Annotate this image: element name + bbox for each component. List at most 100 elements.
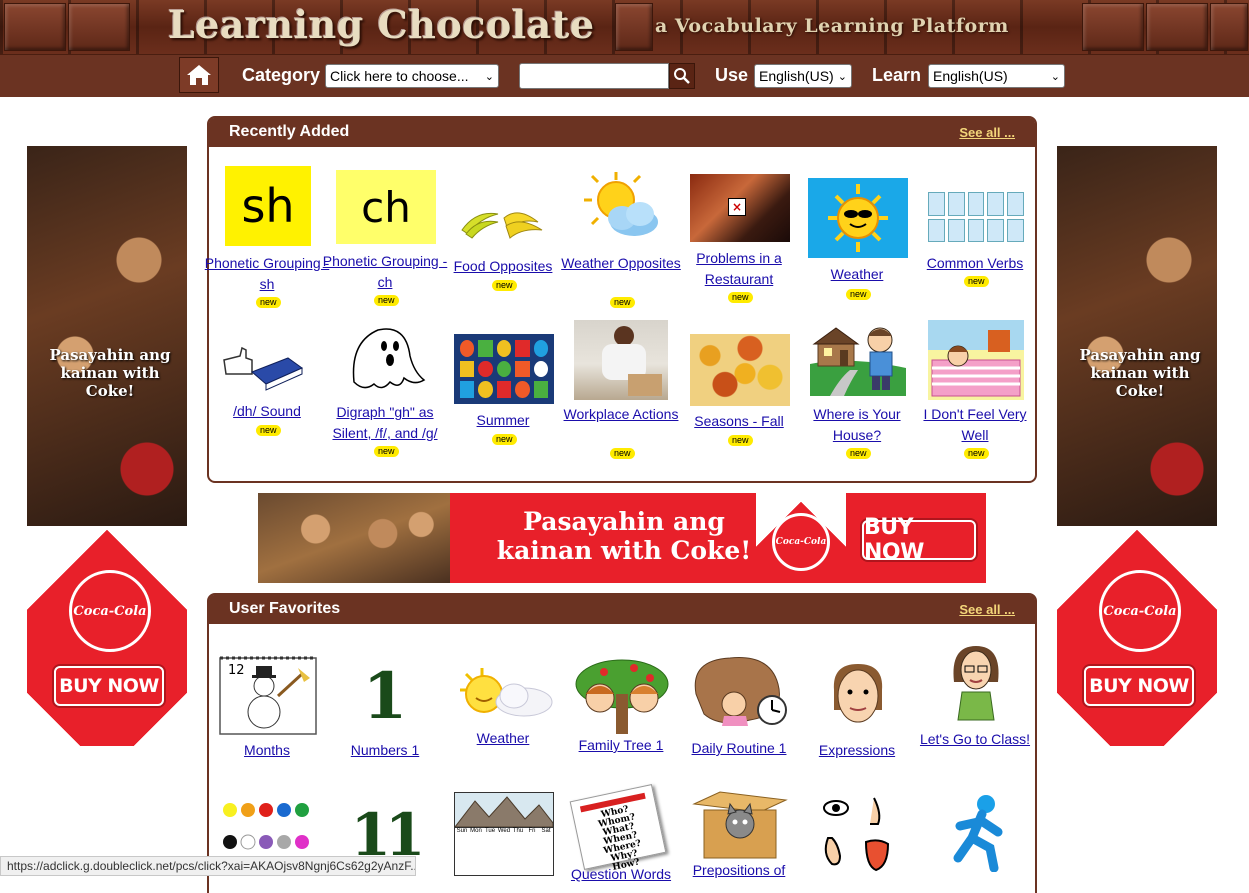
number-one-icon: 1 — [362, 659, 408, 734]
item-label[interactable]: Summer — [438, 410, 568, 431]
right-side-ad[interactable]: Pasayahin ang kainan with Coke! Coca-Col… — [1057, 146, 1217, 746]
close-icon: × — [728, 198, 746, 216]
panel-header: Recently Added See all ... — [209, 118, 1035, 147]
new-badge: new — [492, 434, 517, 445]
new-badge: new — [256, 297, 281, 308]
verbs-grid-icon — [928, 192, 1024, 242]
item-label[interactable]: Family Tree 1 — [556, 735, 686, 756]
panel-title: Recently Added — [229, 123, 350, 140]
use-label: Use — [715, 65, 749, 85]
home-icon — [187, 65, 211, 85]
new-badge: new — [846, 448, 871, 459]
site-logo[interactable]: Learning Chocolate — [168, 2, 595, 47]
chocolate-tile — [68, 3, 130, 51]
chocolate-tile — [1210, 3, 1248, 51]
new-badge: new — [610, 297, 635, 308]
senses-icon — [823, 797, 890, 872]
chocolate-tile — [615, 3, 653, 51]
ad-photo — [1057, 146, 1217, 526]
new-badge: new — [964, 448, 989, 459]
calendar-snowman-icon: 12 — [219, 656, 317, 735]
calendar-day: Sat — [541, 828, 551, 834]
category-select-value: Click here to choose... — [330, 68, 469, 84]
calendar-day: Mon — [470, 828, 482, 834]
item-label[interactable]: /dh/ Sound — [202, 401, 332, 422]
item-label[interactable]: Let's Go to Class! — [910, 729, 1040, 750]
banner-ad[interactable]: Pasayahin ang kainan with Coke! Coca-Col… — [258, 493, 986, 583]
item-label[interactable]: I Don't Feel Very Well — [910, 404, 1040, 446]
calendar-day: Sun — [456, 828, 468, 834]
item-label[interactable]: Daily Routine 1 — [674, 738, 804, 759]
color-dots-icon — [223, 803, 309, 850]
running-figure-icon — [953, 795, 1003, 872]
ad-photo — [258, 493, 450, 583]
restaurant-photo-icon: × — [690, 174, 790, 242]
mountain-calendar-icon: Sun Mon Tue Wed Thu Fri Sat — [454, 792, 554, 876]
use-language-select[interactable]: English(US) ⌄ — [754, 64, 852, 88]
item-label[interactable]: Digraph "gh" as Silent, /f/, and /g/ — [320, 402, 450, 444]
panel-header: User Favorites See all ... — [209, 595, 1035, 624]
calendar-day: Thu — [512, 828, 524, 834]
calendar-day: Fri — [528, 828, 536, 834]
item-label[interactable]: Phonetic Grouping - ch — [320, 251, 450, 293]
buy-now-button[interactable]: BUY NOW — [1084, 666, 1194, 706]
routine-clock-icon — [694, 657, 787, 726]
search-icon — [674, 68, 690, 84]
buy-now-button[interactable]: BUY NOW — [54, 666, 164, 706]
see-all-link[interactable]: See all ... — [959, 125, 1015, 140]
teacher-icon — [953, 646, 999, 721]
item-label[interactable]: Weather — [438, 728, 568, 749]
item-label[interactable]: Weather Opposites — [556, 253, 686, 274]
category-select[interactable]: Click here to choose... ⌄ — [325, 64, 499, 88]
item-label[interactable]: Months — [202, 740, 332, 761]
item-label[interactable]: Numbers 1 — [320, 740, 450, 761]
new-badge: new — [256, 425, 281, 436]
new-badge: new — [374, 446, 399, 457]
item-label[interactable]: Prepositions of — [674, 860, 804, 881]
see-all-link[interactable]: See all ... — [959, 602, 1015, 617]
house-boy-icon — [810, 327, 906, 396]
item-label[interactable]: Common Verbs — [910, 253, 1040, 274]
learn-language-value: English(US) — [933, 68, 1008, 84]
use-language-value: English(US) — [759, 68, 834, 84]
new-badge: new — [964, 276, 989, 287]
item-label[interactable]: Where is Your House? — [792, 404, 922, 446]
search-button[interactable] — [669, 63, 695, 89]
status-bar: https://adclick.g.doubleclick.net/pcs/cl… — [0, 856, 416, 876]
chevron-down-icon: ⌄ — [484, 70, 494, 83]
item-label[interactable]: Expressions — [792, 740, 922, 761]
item-label[interactable]: Problems in a Restaurant — [674, 248, 804, 290]
item-label[interactable]: Workplace Actions — [556, 404, 686, 425]
site-tagline: a Vocabulary Learning Platform — [655, 15, 1009, 37]
item-label[interactable]: Question Words — [556, 864, 686, 885]
mini-calendar-grid: Sun Mon Tue Wed Thu Fri Sat — [455, 827, 553, 834]
buy-now-button[interactable]: BUY NOW — [862, 515, 976, 565]
coca-cola-logo: Coca-Cola — [69, 570, 151, 652]
banner-ad-text: Pasayahin ang kainan with Coke! — [496, 507, 752, 565]
calendar-day: Wed — [497, 828, 511, 834]
learn-label: Learn — [872, 65, 922, 85]
item-label[interactable]: Seasons - Fall — [674, 411, 804, 432]
item-label[interactable]: Phonetic Grouping - sh — [202, 253, 332, 295]
family-tree-icon — [575, 659, 669, 734]
item-label[interactable]: Food Opposites — [438, 256, 568, 277]
ch-card-icon: ch — [336, 170, 436, 244]
ad-text: Pasayahin ang kainan with Coke! — [49, 346, 171, 400]
chocolate-tile — [1146, 3, 1208, 51]
left-side-ad[interactable]: Pasayahin ang kainan with Coke! Coca-Col… — [27, 146, 187, 746]
sh-card-icon: sh — [225, 166, 311, 246]
worker-photo-icon — [574, 320, 668, 400]
summer-items-icon — [454, 334, 554, 404]
mountain-icon — [455, 793, 553, 827]
search-input[interactable] — [519, 63, 669, 89]
home-button[interactable] — [179, 57, 219, 93]
sick-girl-icon — [928, 320, 1024, 400]
bananas-icon — [461, 212, 543, 239]
category-label: Category — [242, 65, 321, 85]
item-label[interactable]: Weather — [792, 264, 922, 285]
calendar-number: 12 — [228, 663, 245, 678]
sun-cloud-icon — [584, 172, 658, 236]
learn-language-select[interactable]: English(US) ⌄ — [928, 64, 1065, 88]
new-badge: new — [728, 435, 753, 446]
sun-sunglasses-icon — [808, 178, 908, 258]
